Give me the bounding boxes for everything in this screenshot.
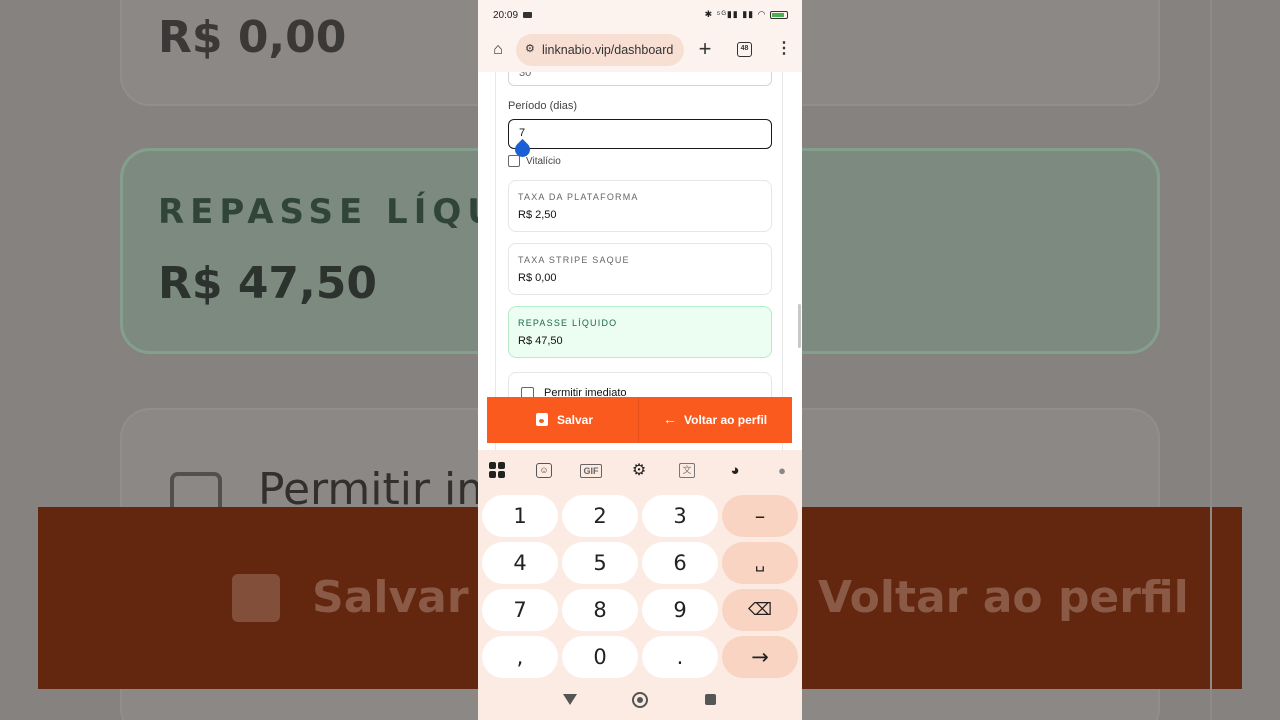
fee-label: TAXA DA PLATAFORMA	[518, 192, 639, 202]
key-comma[interactable]: ,	[482, 636, 558, 678]
tab-switcher-button[interactable]: 48	[737, 42, 752, 57]
enter-arrow-key[interactable]: →	[722, 636, 798, 678]
fee-card-stripe: TAXA STRIPE SAQUE R$ 0,00	[508, 243, 772, 295]
key-space[interactable]: ␣	[722, 542, 798, 584]
page-content: 30 Período (dias) 7 Vitalício TAXA DA PL…	[478, 72, 802, 450]
status-bar: 20:09 ✱ ⁵ᴳ▮▮ ▮▮ ◠	[478, 0, 802, 30]
key-3[interactable]: 3	[642, 495, 718, 537]
backdrop-amount: R$ 0,00	[158, 12, 347, 63]
more-menu-icon[interactable]: ⋮	[776, 40, 792, 60]
backdrop-divider	[1210, 0, 1212, 720]
vitalicio-checkbox[interactable]	[508, 155, 520, 167]
status-time: 20:09	[493, 10, 519, 21]
url-text[interactable]: linknabio.vip/dashboard	[542, 43, 673, 57]
new-tab-icon[interactable]: +	[695, 36, 715, 62]
fee-label: TAXA STRIPE SAQUE	[518, 255, 630, 265]
gif-icon[interactable]: GIF	[580, 464, 602, 478]
fee-value: R$ 0,00	[518, 272, 557, 284]
key-1[interactable]: 1	[482, 495, 558, 537]
fee-label: REPASSE LÍQUIDO	[518, 318, 618, 328]
palette-icon[interactable]: ◕	[726, 462, 744, 480]
key-minus[interactable]: –	[722, 495, 798, 537]
mic-icon[interactable]: ●	[776, 462, 788, 480]
key-9[interactable]: 9	[642, 589, 718, 631]
key-8[interactable]: 8	[562, 589, 638, 631]
backdrop-save-icon	[232, 574, 280, 622]
translate-icon[interactable]: 文	[679, 463, 695, 478]
key-6[interactable]: 6	[642, 542, 718, 584]
battery-icon	[770, 10, 788, 19]
periodo-label: Período (dias)	[508, 100, 578, 112]
fee-value: R$ 2,50	[518, 209, 557, 221]
site-settings-icon[interactable]: ⚙	[525, 42, 539, 56]
action-bar: Salvar ← Voltar ao perfil	[487, 397, 792, 443]
fee-value: R$ 47,50	[518, 335, 563, 347]
nav-home-icon[interactable]	[632, 692, 648, 708]
key-period[interactable]: .	[642, 636, 718, 678]
keyboard-toolbar: ☺ GIF ⚙ 文 ◕ ●	[478, 450, 802, 492]
browser-toolbar: ⌂ ⚙ linknabio.vip/dashboard + 48 ⋮	[478, 30, 802, 72]
system-nav-bar	[478, 680, 802, 720]
home-icon[interactable]: ⌂	[488, 40, 508, 60]
backspace-key[interactable]: ⌫	[722, 589, 798, 631]
nav-recents-icon[interactable]	[705, 694, 716, 705]
key-7[interactable]: 7	[482, 589, 558, 631]
apps-icon[interactable]	[489, 462, 505, 478]
video-camera-icon	[523, 12, 532, 18]
scrollbar[interactable]	[798, 304, 801, 348]
key-2[interactable]: 2	[562, 495, 638, 537]
address-bar[interactable]: ⚙ linknabio.vip/dashboard	[516, 34, 684, 66]
backdrop-save-label: Salvar	[312, 572, 469, 623]
back-to-profile-button[interactable]: ← Voltar ao perfil	[640, 397, 792, 443]
backdrop-back-label: Voltar ao perfil	[818, 572, 1189, 623]
status-icons: ✱ ⁵ᴳ▮▮ ▮▮ ◠	[705, 9, 788, 20]
price-input[interactable]: 30	[508, 72, 772, 86]
periodo-input[interactable]: 7	[508, 119, 772, 149]
phone-screen: 20:09 ✱ ⁵ᴳ▮▮ ▮▮ ◠ ⌂ ⚙ linknabio.vip/dash…	[478, 0, 802, 720]
signal-icons: ✱ ⁵ᴳ▮▮ ▮▮ ◠	[704, 9, 767, 19]
gear-icon[interactable]: ⚙	[630, 462, 648, 480]
key-5[interactable]: 5	[562, 542, 638, 584]
save-button[interactable]: Salvar	[487, 397, 639, 443]
floppy-disk-icon	[536, 413, 548, 426]
save-label: Salvar	[557, 413, 594, 427]
back-label: Voltar ao perfil	[684, 413, 768, 427]
vitalicio-label: Vitalício	[526, 156, 561, 167]
price-input-value: 30	[519, 72, 532, 79]
key-4[interactable]: 4	[482, 542, 558, 584]
arrow-left-icon: ←	[663, 411, 677, 427]
sticker-icon[interactable]: ☺	[536, 463, 552, 478]
key-0[interactable]: 0	[562, 636, 638, 678]
fee-card-net: REPASSE LÍQUIDO R$ 47,50	[508, 306, 772, 358]
fee-card-platform: TAXA DA PLATAFORMA R$ 2,50	[508, 180, 772, 232]
backdrop-amount: R$ 47,50	[158, 258, 377, 309]
nav-back-icon[interactable]	[563, 694, 577, 705]
numeric-keyboard: 1 2 3 – 4 5 6 ␣ 7 8 9 ⌫ , 0 . →	[478, 492, 802, 680]
